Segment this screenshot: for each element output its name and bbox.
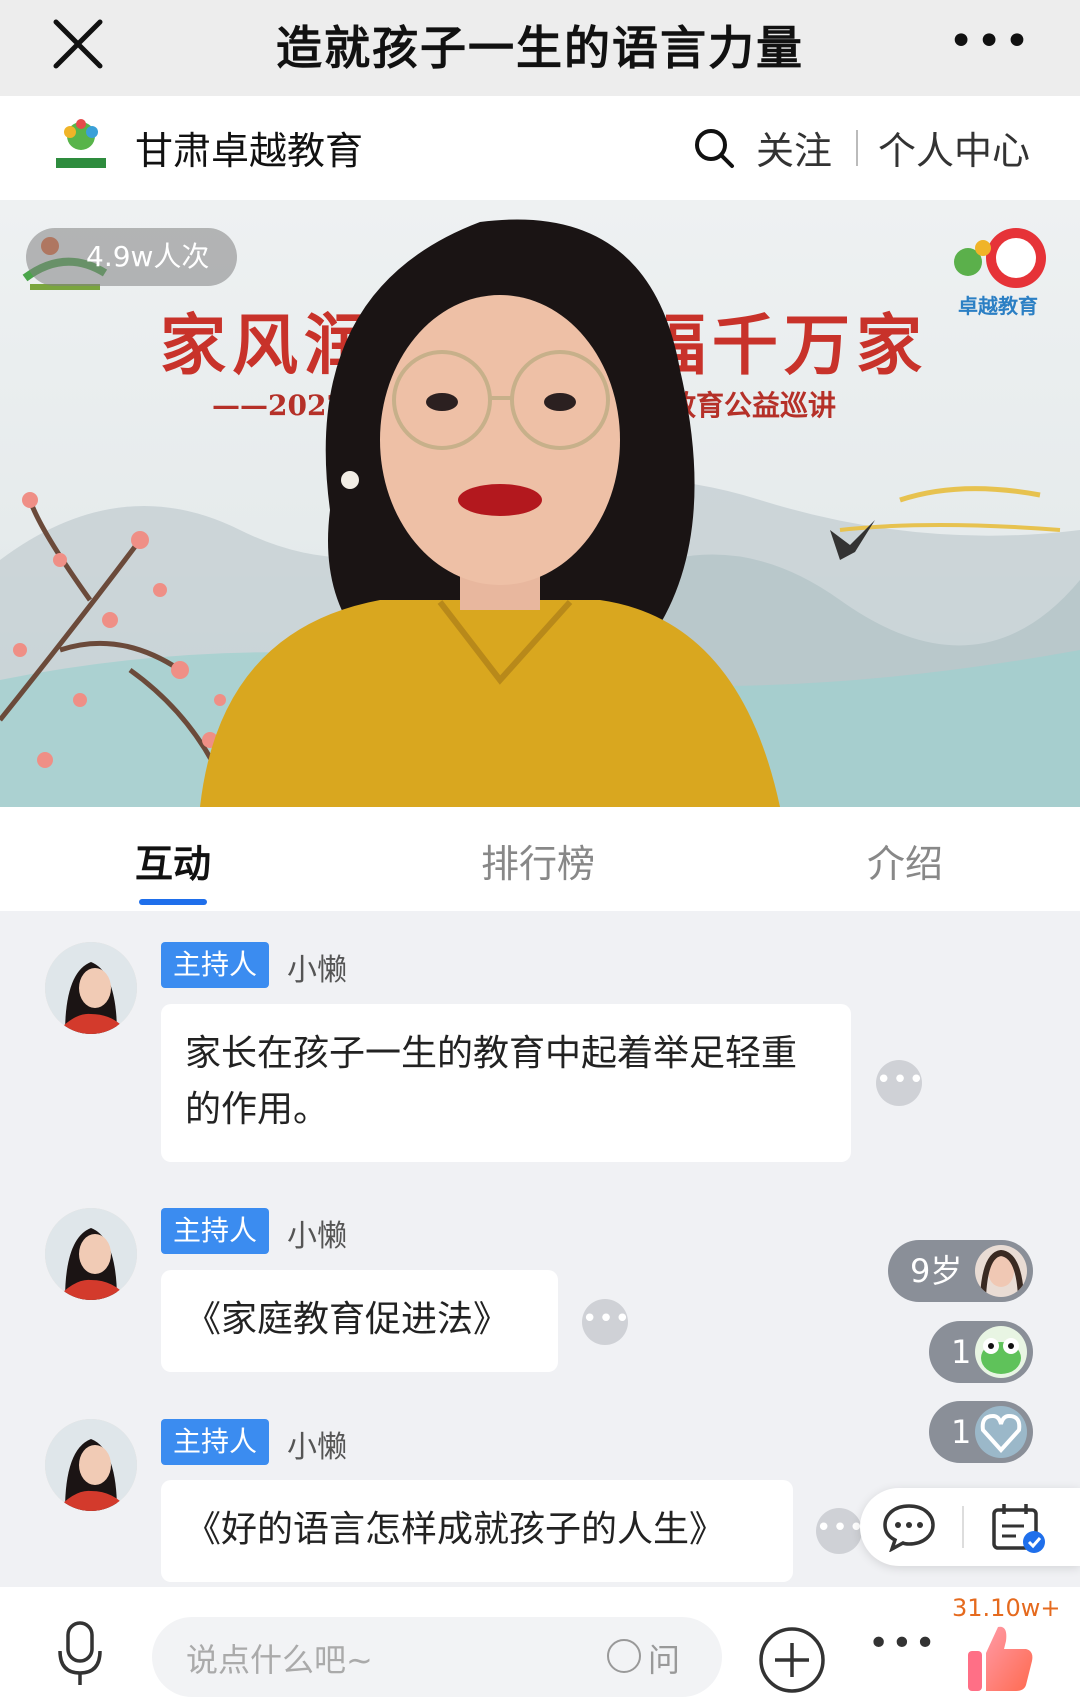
microphone-icon[interactable] xyxy=(54,1619,106,1689)
gift-notification: 9岁 xyxy=(888,1240,1033,1302)
active-tab-indicator xyxy=(139,899,207,905)
host-badge: 主持人 xyxy=(161,1419,270,1465)
like-count: 31.10w+ xyxy=(952,1594,1061,1622)
username[interactable]: 小懒 xyxy=(287,945,347,989)
viewer-count: 4.9w人次 xyxy=(26,228,238,286)
message-more-icon[interactable]: ••• xyxy=(876,1060,924,1106)
host-badge: 主持人 xyxy=(161,942,270,988)
gift-label: 9岁 xyxy=(910,1252,963,1290)
comment-icon[interactable] xyxy=(882,1502,936,1552)
gift-label: 1 xyxy=(951,1333,972,1371)
channel-header: 甘肃卓越教育 关注 个人中心 xyxy=(0,96,1080,200)
question-label[interactable]: 问 xyxy=(648,1635,680,1681)
heart-avatar-icon xyxy=(975,1406,1027,1458)
gift-user-avatar xyxy=(975,1245,1027,1297)
message-bubble: 《家庭教育促进法》 xyxy=(161,1270,558,1372)
username[interactable]: 小懒 xyxy=(287,1422,347,1466)
page-title: 造就孩子一生的语言力量 xyxy=(276,21,804,75)
search-icon[interactable] xyxy=(692,126,736,170)
host-badge: 主持人 xyxy=(161,1208,270,1254)
video-logo-right-text: 卓越教育 xyxy=(958,294,1038,318)
frog-avatar-icon xyxy=(975,1326,1027,1378)
divider xyxy=(962,1506,964,1548)
like-thumb-icon[interactable] xyxy=(964,1619,1036,1695)
bottom-toolbar: 说点什么吧~ 问 ••• xyxy=(0,1587,1080,1705)
username[interactable]: 小懒 xyxy=(287,1211,347,1255)
comment-input[interactable]: 说点什么吧~ 问 xyxy=(152,1617,722,1697)
follow-button[interactable]: 关注 xyxy=(756,120,832,175)
avatar[interactable] xyxy=(45,1208,137,1300)
presenter-figure xyxy=(200,219,780,807)
tab-introduction[interactable]: 介绍 xyxy=(867,833,943,888)
personal-center-link[interactable]: 个人中心 xyxy=(878,120,1030,175)
tab-interaction[interactable]: 互动 xyxy=(135,833,211,888)
message-bubble: 《好的语言怎样成就孩子的人生》 xyxy=(161,1480,793,1582)
more-options-icon[interactable]: ••• xyxy=(948,20,1032,64)
avatar[interactable] xyxy=(45,942,137,1034)
add-icon[interactable] xyxy=(757,1625,827,1695)
tab-leaderboard[interactable]: 排行榜 xyxy=(481,833,595,888)
tab-bar: 互动 排行榜 介绍 xyxy=(0,807,1080,911)
title-bar: 造就孩子一生的语言力量 ••• xyxy=(0,0,1080,96)
message-more-icon[interactable]: ••• xyxy=(816,1508,864,1554)
message-more-icon[interactable]: ••• xyxy=(582,1299,630,1345)
question-toggle-icon[interactable] xyxy=(607,1639,641,1673)
gift-label: 1 xyxy=(951,1413,972,1451)
channel-name[interactable]: 甘肃卓越教育 xyxy=(135,120,363,175)
more-icon[interactable]: ••• xyxy=(868,1623,938,1664)
channel-logo[interactable] xyxy=(46,114,116,184)
message-bubble: 家长在孩子一生的教育中起着举足轻重的作用。 xyxy=(161,1004,851,1162)
comment-placeholder: 说点什么吧~ xyxy=(186,1641,373,1679)
avatar[interactable] xyxy=(45,1419,137,1511)
gift-notification: 1 xyxy=(929,1321,1033,1383)
gift-notification: 1 xyxy=(929,1401,1033,1463)
divider xyxy=(856,130,858,166)
schedule-check-icon[interactable] xyxy=(988,1498,1048,1556)
live-video-player[interactable]: 家风润 福千万家 ——2022年 教育公益巡讲 4.9w人次 卓越教育 xyxy=(0,200,1080,807)
floating-action-pill xyxy=(860,1488,1080,1566)
